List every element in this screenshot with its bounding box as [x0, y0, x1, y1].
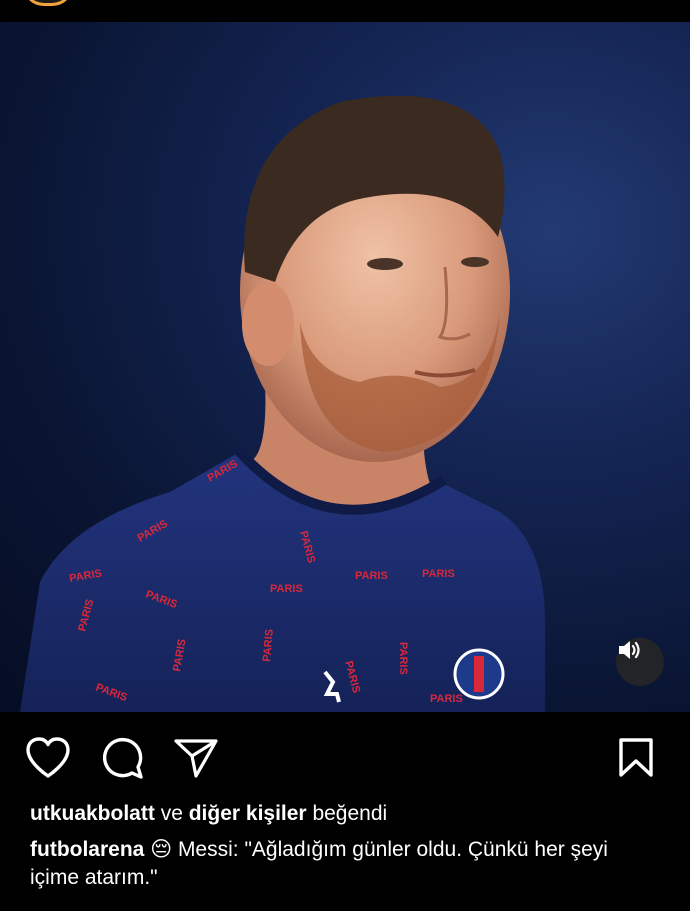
shirt-print: PARIS [397, 642, 409, 675]
liked-by-suffix: beğendi [312, 802, 388, 825]
save-button[interactable] [612, 736, 660, 784]
avatar[interactable] [22, 0, 74, 6]
caption-emoji: 😔 [150, 838, 173, 861]
media-illustration: PARIS PARIS PARIS PARIS PARIS PARIS PARI… [20, 95, 545, 712]
post-actions [0, 712, 690, 802]
post-caption: futbolarena 😔 Messi: "Ağladığım günler o… [30, 836, 660, 892]
send-icon [174, 738, 218, 783]
shirt-print: PARIS [422, 568, 455, 580]
share-button[interactable] [172, 736, 220, 784]
liked-by-connector: ve [160, 802, 183, 825]
shirt-print: PARIS [355, 570, 388, 582]
liked-by-user-link[interactable]: utkuakbolatt [30, 802, 155, 825]
bookmark-icon [618, 737, 654, 783]
comment-button[interactable] [98, 736, 146, 784]
shirt-print: PARIS [270, 583, 303, 595]
likes-summary: utkuakbolatt ve diğer kişiler beğendi [30, 800, 660, 828]
volume-button[interactable] [616, 638, 664, 686]
heart-icon [25, 736, 71, 784]
top-bar [0, 0, 690, 23]
comment-icon [100, 736, 144, 785]
shirt-print: PARIS [430, 693, 463, 705]
liked-by-others-link[interactable]: diğer kişiler [189, 802, 307, 825]
caption-username-link[interactable]: futbolarena [30, 838, 144, 861]
like-button[interactable] [24, 736, 72, 784]
post-media[interactable]: PARIS PARIS PARIS PARIS PARIS PARIS PARI… [0, 22, 690, 712]
